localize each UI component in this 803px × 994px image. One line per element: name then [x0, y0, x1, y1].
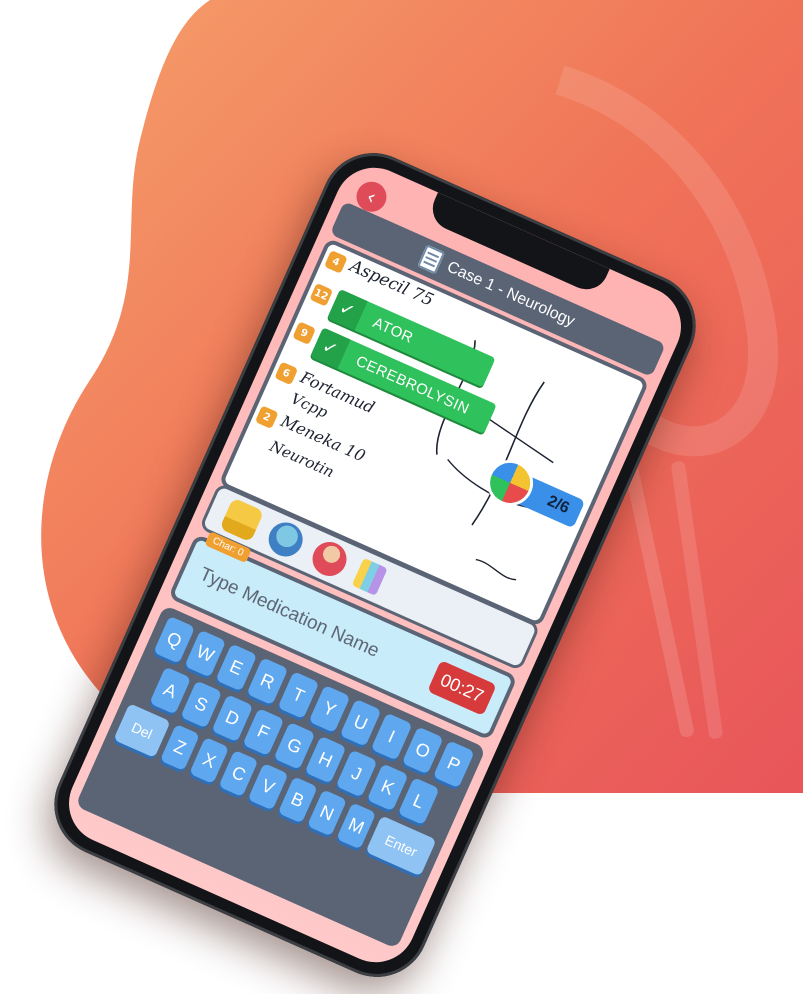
chevron-left-icon: ‹ — [362, 184, 381, 210]
doctor-icon[interactable] — [307, 536, 352, 582]
prescription-card: 4 Aspecil 75 12 ✓ ATOR 9 ✓ CEREBROLYSIN … — [218, 237, 650, 628]
folder-icon[interactable] — [219, 497, 265, 543]
progress-text: 2/6 — [544, 492, 572, 518]
pills-icon[interactable] — [351, 557, 388, 596]
people-question-icon[interactable] — [263, 517, 309, 562]
delete-key[interactable]: Del — [113, 703, 171, 758]
clipboard-icon — [417, 244, 446, 275]
